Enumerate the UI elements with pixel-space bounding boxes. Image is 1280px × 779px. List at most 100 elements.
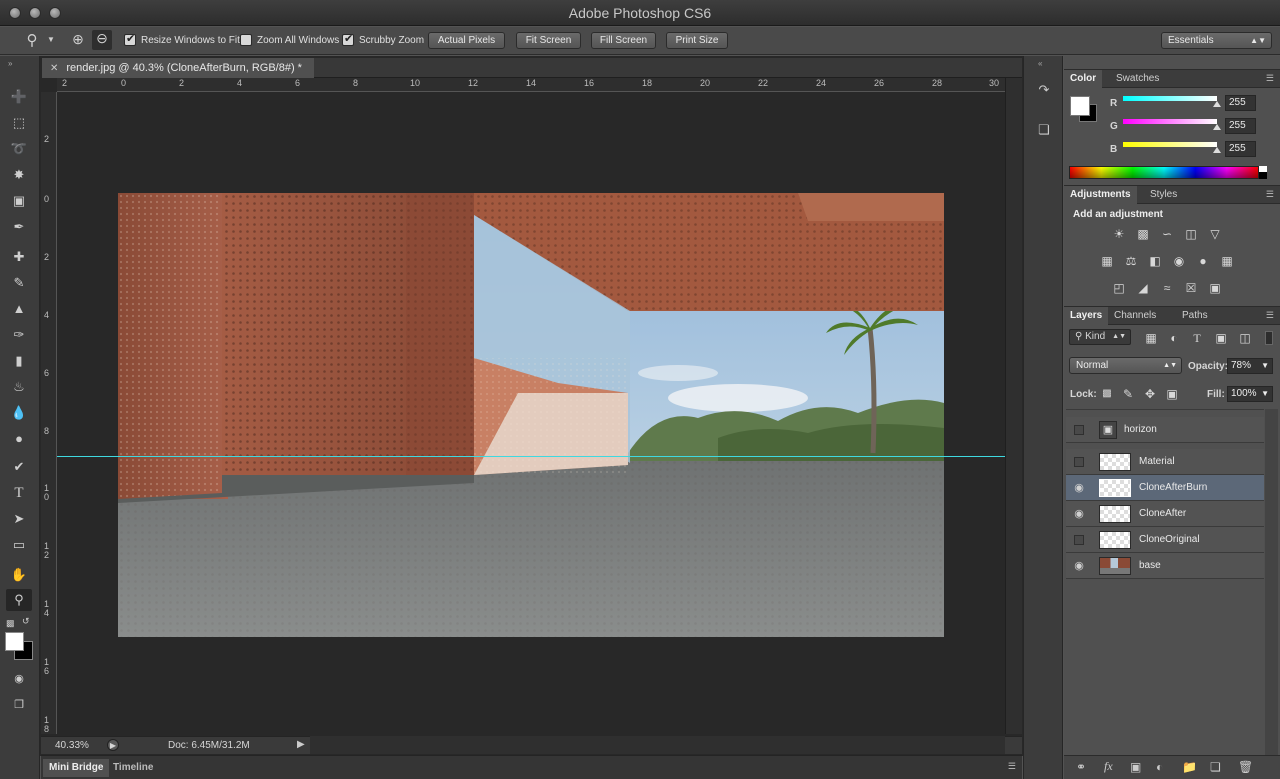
blue-slider[interactable] [1123, 142, 1217, 147]
levels-icon[interactable]: ▩ [1135, 227, 1151, 241]
close-tab-icon[interactable]: ✕ [50, 63, 58, 74]
curves-icon[interactable]: ∽ [1159, 227, 1175, 241]
black-swatch[interactable] [1259, 172, 1267, 179]
posterize-icon[interactable]: ◢ [1135, 281, 1151, 295]
brush-tool-icon[interactable]: ✎ [6, 272, 32, 294]
paint-bucket-tool-icon[interactable]: ♨ [6, 376, 32, 398]
filter-smart-object-icon[interactable]: ◫ [1237, 331, 1253, 345]
visibility-toggle[interactable] [1074, 425, 1084, 435]
slider-thumb-icon[interactable] [1213, 101, 1221, 107]
blue-value[interactable]: 255 [1225, 141, 1256, 157]
invert-icon[interactable]: ◰ [1111, 281, 1127, 295]
actual-pixels-button[interactable]: Actual Pixels [428, 32, 505, 49]
threshold-icon[interactable]: ≈ [1159, 281, 1175, 295]
workspace-select[interactable]: Essentials ▲▼ [1161, 32, 1272, 49]
link-layers-icon[interactable]: ⚭ [1076, 760, 1086, 774]
zoom-tool-preset-icon[interactable]: ⚲ [22, 31, 42, 49]
panel-menu-icon[interactable]: ☰ [1266, 73, 1274, 84]
rectangle-tool-icon[interactable]: ▭ [6, 534, 32, 556]
canvas-image[interactable] [118, 193, 944, 637]
resize-windows-checkbox[interactable] [124, 32, 136, 46]
history-panel-icon[interactable]: ↷ [1034, 82, 1054, 102]
layer-style-icon[interactable]: fx [1104, 759, 1113, 774]
screen-mode-icon[interactable]: ❐ [6, 694, 32, 716]
slider-thumb-icon[interactable] [1213, 147, 1221, 153]
zoom-level[interactable]: 40.33% [55, 740, 89, 751]
filter-pixel-icon[interactable]: ▦ [1143, 331, 1159, 345]
zoom-tool-icon[interactable]: ⚲ [6, 589, 32, 611]
mini-bridge-tab[interactable]: Mini Bridge [43, 759, 110, 777]
color-tab[interactable]: Color [1064, 70, 1103, 88]
fit-screen-button[interactable]: Fit Screen [516, 32, 581, 49]
foreground-color-swatch[interactable] [1070, 96, 1090, 116]
channels-tab[interactable]: Channels [1108, 307, 1162, 325]
red-slider[interactable] [1123, 96, 1217, 101]
channel-mixer-icon[interactable]: ● [1195, 254, 1211, 268]
chevron-down-icon[interactable]: ▼ [46, 35, 56, 44]
vertical-ruler[interactable]: 2 0 2 4 6 8 1 0 1 2 1 4 1 6 1 8 [41, 92, 57, 734]
adjustments-tab[interactable]: Adjustments [1064, 186, 1137, 204]
fill-screen-button[interactable]: Fill Screen [591, 32, 656, 49]
delete-layer-icon[interactable]: 🗑 [1238, 760, 1253, 774]
healing-brush-tool-icon[interactable]: ✚ [6, 246, 32, 268]
color-lookup-icon[interactable]: ▦ [1219, 254, 1235, 268]
eye-icon[interactable]: ◉ [1072, 481, 1086, 495]
vertical-scrollbar[interactable] [1005, 78, 1022, 734]
status-menu-icon[interactable]: ▶ [107, 739, 119, 751]
hue-saturation-icon[interactable]: ▦ [1099, 254, 1115, 268]
clone-stamp-tool-icon[interactable]: ▲ [6, 298, 32, 320]
color-spectrum-bar[interactable] [1069, 166, 1259, 179]
horizontal-scrollbar[interactable] [310, 736, 1005, 754]
blur-tool-icon[interactable]: 💧 [6, 402, 32, 424]
add-mask-icon[interactable]: ▣ [1130, 760, 1141, 774]
layers-tab[interactable]: Layers [1064, 307, 1109, 325]
visibility-toggle[interactable] [1074, 535, 1084, 545]
black-white-icon[interactable]: ◧ [1147, 254, 1163, 268]
green-slider[interactable] [1123, 119, 1217, 124]
paths-tab[interactable]: Paths [1176, 307, 1214, 325]
zoom-out-icon[interactable]: ⊖ [92, 30, 112, 50]
dodge-tool-icon[interactable]: ● [6, 428, 32, 450]
pen-tool-icon[interactable]: ✔ [6, 456, 32, 478]
horizontal-ruler[interactable]: 2 0 2 4 6 8 10 12 14 16 18 20 22 24 26 2… [57, 78, 1005, 92]
lock-image-icon[interactable]: ✎ [1120, 387, 1136, 401]
filter-toggle-switch[interactable] [1265, 331, 1273, 345]
layer-row-cloneafterburn[interactable]: ◉ CloneAfterBurn [1066, 475, 1264, 501]
move-tool-icon[interactable]: ➕ [6, 86, 32, 108]
color-balance-icon[interactable]: ⚖ [1123, 254, 1139, 268]
green-value[interactable]: 255 [1225, 118, 1256, 134]
document-tab[interactable]: ✕ render.jpg @ 40.3% (CloneAfterBurn, RGB… [42, 58, 314, 78]
styles-tab[interactable]: Styles [1144, 186, 1183, 204]
collapse-icon[interactable]: « [1038, 59, 1042, 68]
path-selection-tool-icon[interactable]: ➤ [6, 508, 32, 530]
type-tool-icon[interactable]: T [6, 482, 32, 504]
exposure-icon[interactable]: ◫ [1183, 227, 1199, 241]
new-layer-icon[interactable]: ❏ [1210, 760, 1221, 774]
zoom-all-windows-checkbox[interactable] [240, 34, 252, 46]
vibrance-icon[interactable]: ▽ [1207, 227, 1223, 241]
crop-tool-icon[interactable]: ▣ [6, 190, 32, 212]
marquee-tool-icon[interactable]: ⬚ [6, 112, 32, 134]
lock-transparent-icon[interactable]: ▩ [1099, 387, 1115, 401]
layers-scrollbar[interactable] [1265, 409, 1278, 755]
layer-row-cloneafter[interactable]: ◉ CloneAfter [1066, 501, 1264, 527]
photo-filter-icon[interactable]: ◉ [1171, 254, 1187, 268]
foreground-color-swatch[interactable] [5, 632, 24, 651]
swap-colors-icon[interactable]: ↺ [22, 616, 30, 627]
eye-icon[interactable]: ◉ [1072, 559, 1086, 573]
filter-shape-icon[interactable]: ▣ [1213, 331, 1229, 345]
blend-mode-select[interactable]: Normal ▲▼ [1069, 357, 1182, 374]
panel-menu-icon[interactable]: ☰ [1266, 310, 1274, 321]
new-adjustment-layer-icon[interactable]: ◐ [1156, 760, 1163, 774]
timeline-tab[interactable]: Timeline [107, 759, 159, 777]
panel-menu-icon[interactable]: ☰ [1266, 189, 1274, 200]
selective-color-icon[interactable]: ☒ [1183, 281, 1199, 295]
red-value[interactable]: 255 [1225, 95, 1256, 111]
eyedropper-tool-icon[interactable]: ✒ [6, 216, 32, 238]
status-expand-icon[interactable]: ▶ [297, 739, 305, 750]
layer-row-horizon[interactable]: ▣ horizon [1066, 417, 1264, 443]
layer-row-base[interactable]: ◉ base [1066, 553, 1264, 579]
default-colors-icon[interactable]: ▩ [6, 618, 15, 629]
collapse-icon[interactable]: » [8, 59, 12, 68]
brightness-contrast-icon[interactable]: ☀ [1111, 227, 1127, 241]
